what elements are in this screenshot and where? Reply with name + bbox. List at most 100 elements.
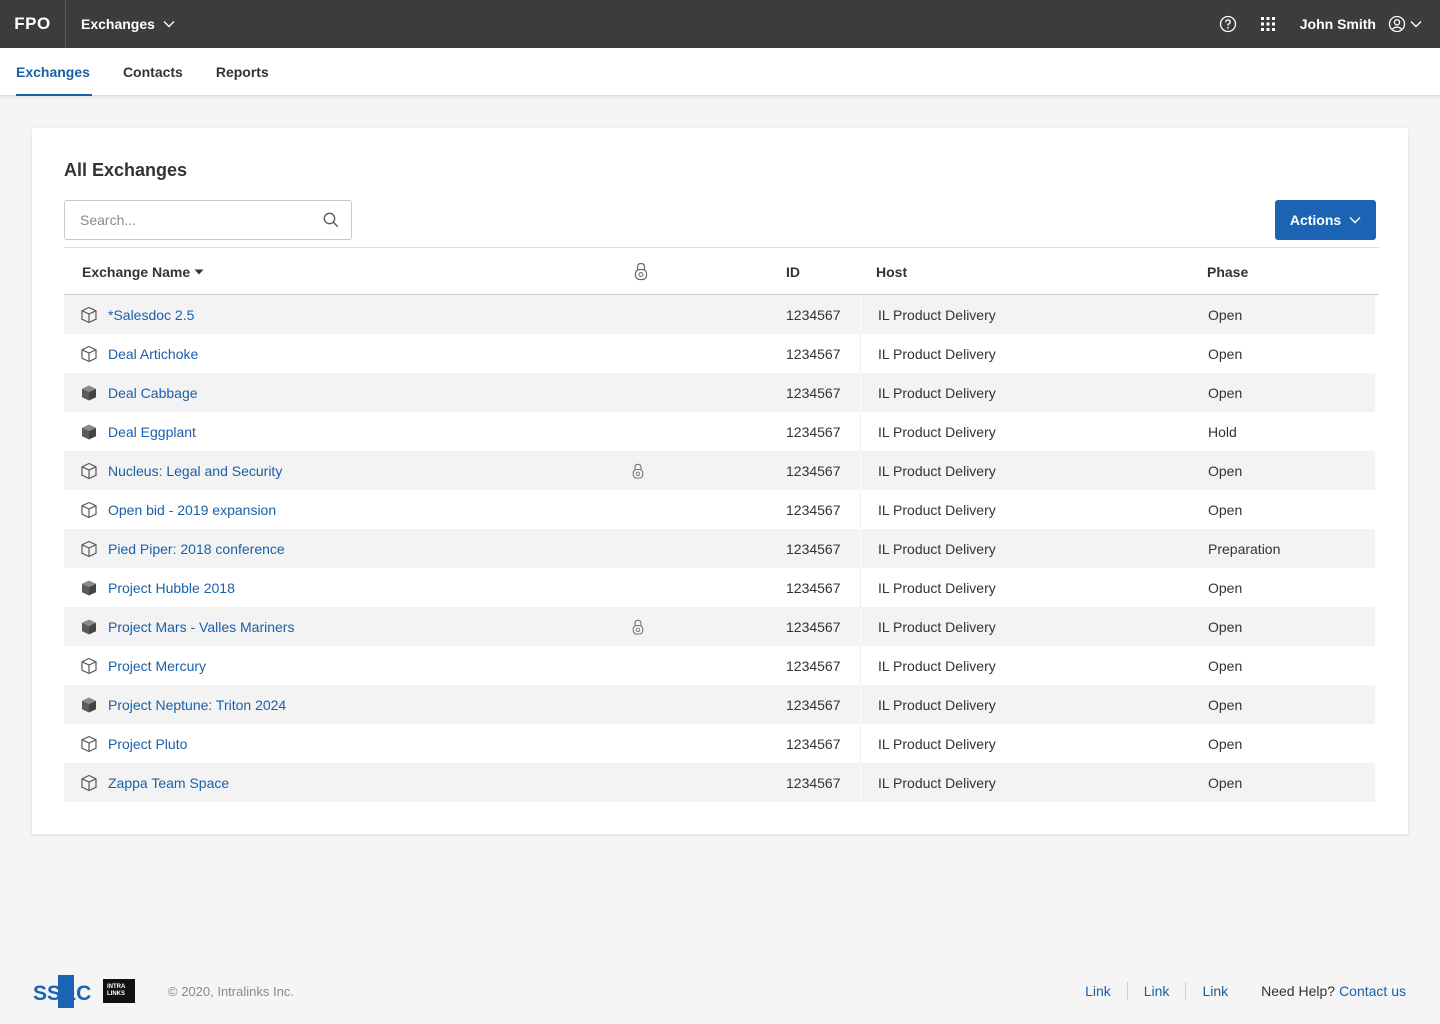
exchange-host: IL Product Delivery — [878, 540, 996, 557]
app-grid-button[interactable] — [1248, 0, 1288, 48]
exchange-name-link[interactable]: Zappa Team Space — [108, 763, 229, 802]
exchange-name-link[interactable]: Deal Eggplant — [108, 412, 196, 451]
exchange-host: IL Product Delivery — [878, 423, 996, 440]
exchange-name-link[interactable]: *Salesdoc 2.5 — [108, 295, 194, 334]
table-row[interactable]: Nucleus: Legal and Security 1234567 IL Pro… — [64, 451, 1375, 490]
table-row[interactable]: Deal Cabbage 1234567 IL Product Delivery Op… — [64, 373, 1375, 412]
chevron-down-icon — [1410, 21, 1422, 28]
footer-link-2[interactable]: Link — [1128, 982, 1187, 1000]
exchange-name-link[interactable]: Project Neptune: Triton 2024 — [108, 685, 286, 724]
table-row[interactable]: Pied Piper: 2018 conference 1234567 IL Pro… — [64, 529, 1375, 568]
exchange-filled-icon — [80, 412, 98, 451]
column-header-exchange-name[interactable]: Exchange Name — [82, 248, 204, 295]
exchange-filled-icon — [80, 568, 98, 607]
exchange-host: IL Product Delivery — [878, 774, 996, 791]
table-row[interactable]: *Salesdoc 2.5 1234567 IL Product Delivery O… — [64, 295, 1375, 334]
exchange-phase: Open — [1208, 345, 1243, 362]
footer-link-3[interactable]: Link — [1186, 982, 1244, 1000]
column-divider — [860, 373, 861, 412]
table-row[interactable]: Deal Artichoke 1234567 IL Product Delivery… — [64, 334, 1375, 373]
search-input[interactable] — [65, 201, 311, 239]
search-button[interactable] — [311, 212, 351, 228]
chevron-down-icon — [163, 21, 175, 28]
actions-button[interactable]: Actions — [1275, 200, 1376, 240]
table-header: Exchange Name ID Host Phase — [64, 247, 1379, 295]
exchanges-table: Exchange Name ID Host Phase *Salesdoc 2.… — [64, 247, 1379, 802]
exchange-outline-icon — [80, 529, 98, 568]
app-switcher-dropdown[interactable]: Exchanges — [81, 16, 175, 32]
user-avatar-icon — [1388, 15, 1406, 33]
tab-contacts[interactable]: Contacts — [123, 48, 183, 96]
column-divider — [860, 646, 861, 685]
exchange-outline-icon — [80, 490, 98, 529]
table-row[interactable]: Zappa Team Space 1234567 IL Product Delive… — [64, 763, 1375, 802]
table-row[interactable]: Project Pluto 1234567 IL Product Delivery O… — [64, 724, 1375, 763]
footer-link-1[interactable]: Link — [1069, 982, 1128, 1000]
column-header-host[interactable]: Host — [876, 248, 907, 295]
exchange-id: 1234567 — [786, 735, 841, 752]
exchange-phase: Preparation — [1208, 540, 1281, 557]
ssc-logo-text: SS&C — [33, 982, 91, 1005]
exchange-phase: Open — [1208, 579, 1243, 596]
exchange-host: IL Product Delivery — [878, 657, 996, 674]
table-row[interactable]: Project Hubble 2018 1234567 IL Product Del… — [64, 568, 1375, 607]
exchange-name-link[interactable]: Open bid - 2019 expansion — [108, 490, 276, 529]
exchange-host: IL Product Delivery — [878, 462, 996, 479]
sort-descending-icon — [194, 269, 204, 274]
footer-links: Link Link Link Need Help? Contact us — [1069, 982, 1406, 1000]
help-button[interactable] — [1208, 0, 1248, 48]
table-row[interactable]: Project Neptune: Triton 2024 1234567 IL Pr… — [64, 685, 1375, 724]
exchange-name-link[interactable]: Project Mars - Valles Mariners — [108, 607, 294, 646]
exchange-phase: Open — [1208, 774, 1243, 791]
column-divider — [860, 451, 861, 490]
column-header-label: Exchange Name — [82, 263, 191, 280]
search-icon — [323, 212, 339, 228]
exchange-name-link[interactable]: Project Pluto — [108, 724, 187, 763]
table-row[interactable]: Project Mercury 1234567 IL Product Deliver… — [64, 646, 1375, 685]
column-divider — [860, 490, 861, 529]
secondary-tab-bar: Exchanges Contacts Reports — [0, 48, 1440, 96]
user-menu[interactable]: John Smith — [1300, 15, 1422, 33]
exchange-name-link[interactable]: Project Hubble 2018 — [108, 568, 235, 607]
top-navigation-bar: FPO Exchanges John Smith — [0, 0, 1440, 48]
exchange-outline-icon — [80, 724, 98, 763]
help-text: Need Help? — [1261, 983, 1336, 999]
exchange-host: IL Product Delivery — [878, 579, 996, 596]
column-divider — [860, 568, 861, 607]
exchange-phase: Open — [1208, 306, 1243, 323]
table-body: *Salesdoc 2.5 1234567 IL Product Delivery O… — [64, 295, 1379, 802]
ssc-logo: SS&C — [32, 975, 94, 1008]
app-logo[interactable]: FPO — [0, 0, 66, 48]
tab-exchanges[interactable]: Exchanges — [16, 48, 92, 96]
exchange-id: 1234567 — [786, 657, 841, 674]
exchange-outline-icon — [80, 295, 98, 334]
tab-reports[interactable]: Reports — [216, 48, 269, 96]
column-header-id[interactable]: ID — [786, 248, 800, 295]
grid-icon — [1260, 17, 1275, 31]
column-divider — [860, 412, 861, 451]
exchange-phase: Open — [1208, 735, 1243, 752]
table-row[interactable]: Deal Eggplant 1234567 IL Product Delivery H… — [64, 412, 1375, 451]
table-row[interactable]: Project Mars - Valles Mariners 1234567 IL … — [64, 607, 1375, 646]
exchange-host: IL Product Delivery — [878, 384, 996, 401]
column-divider — [860, 763, 861, 802]
column-header-lock[interactable] — [634, 248, 648, 295]
table-row[interactable]: Open bid - 2019 expansion 1234567 IL Produ… — [64, 490, 1375, 529]
column-header-phase[interactable]: Phase — [1207, 248, 1248, 295]
exchanges-panel: All Exchanges Actions Exchange Name ID H… — [32, 128, 1408, 834]
exchange-id: 1234567 — [786, 501, 841, 518]
exchange-outline-icon — [80, 646, 98, 685]
exchange-host: IL Product Delivery — [878, 618, 996, 635]
exchange-name-link[interactable]: Nucleus: Legal and Security — [108, 451, 282, 490]
exchange-outline-icon — [80, 763, 98, 802]
exchange-name-link[interactable]: Pied Piper: 2018 conference — [108, 529, 285, 568]
exchange-name-link[interactable]: Project Mercury — [108, 646, 206, 685]
exchange-name-link[interactable]: Deal Cabbage — [108, 373, 198, 412]
exchange-id: 1234567 — [786, 384, 841, 401]
intralinks-logo-line2: LINKS — [107, 991, 125, 997]
padlock-icon — [632, 451, 644, 490]
contact-us-link[interactable]: Contact us — [1339, 983, 1406, 999]
exchange-name-link[interactable]: Deal Artichoke — [108, 334, 198, 373]
column-divider — [860, 685, 861, 724]
exchange-filled-icon — [80, 607, 98, 646]
